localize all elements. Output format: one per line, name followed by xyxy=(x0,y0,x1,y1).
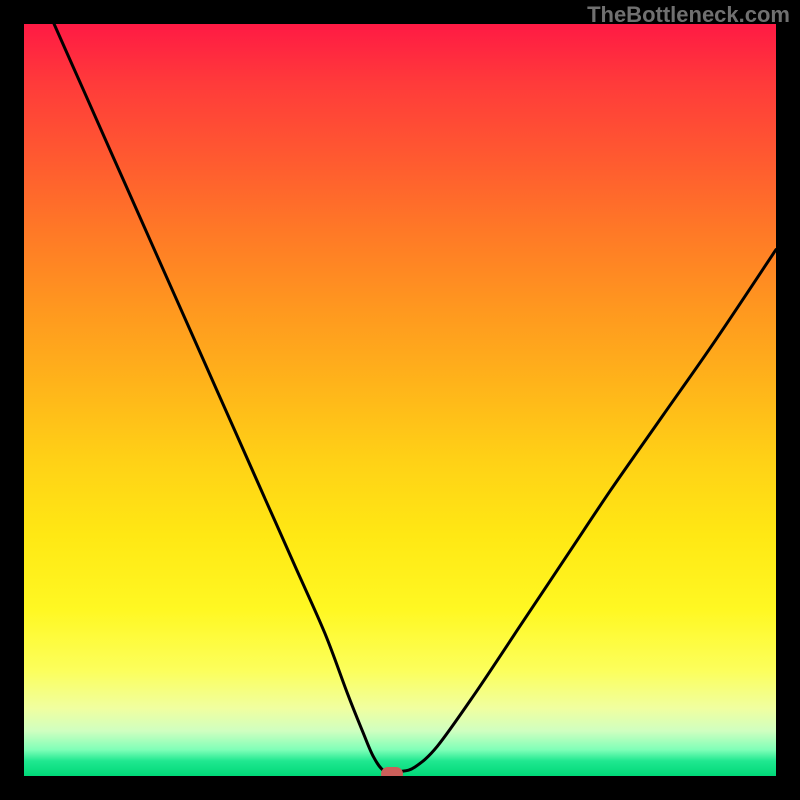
chart-curve-svg xyxy=(24,24,776,776)
watermark-text: TheBottleneck.com xyxy=(587,2,790,28)
bottleneck-curve xyxy=(54,24,776,773)
chart-marker xyxy=(381,767,403,776)
chart-plot-area xyxy=(24,24,776,776)
